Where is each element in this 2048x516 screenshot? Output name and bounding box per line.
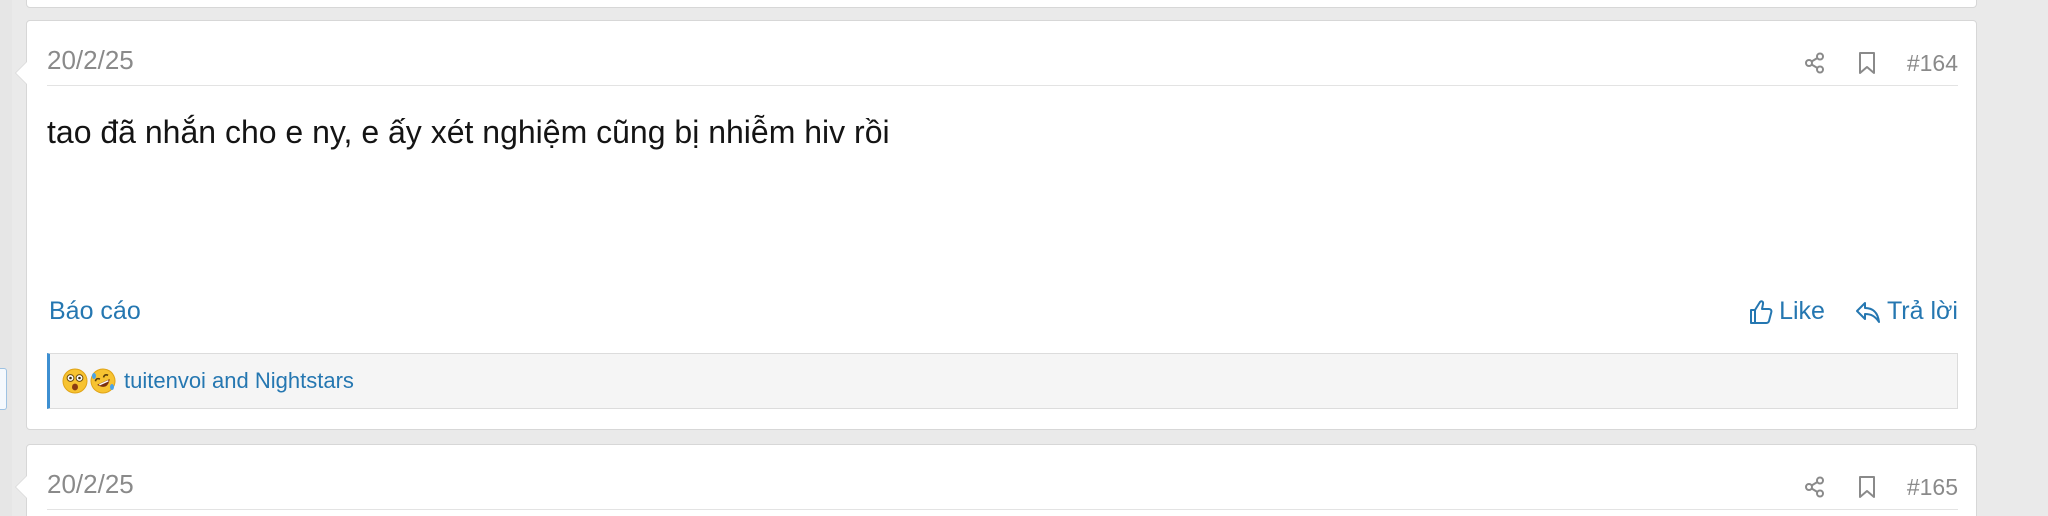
reactors-link[interactable]: tuitenvoi and Nightstars	[124, 368, 354, 394]
post-pointer-arrow	[15, 61, 27, 85]
bookmark-icon[interactable]	[1855, 49, 1879, 77]
left-collapsed-panel-edge[interactable]	[0, 368, 7, 410]
left-gutter	[0, 0, 12, 516]
share-icon[interactable]	[1803, 49, 1827, 77]
post-body-text: tao đã nhắn cho e ny, e ấy xét nghiệm cũ…	[47, 114, 890, 150]
rolling-on-floor-laughing-icon	[90, 368, 116, 394]
post-date[interactable]: 20/2/25	[47, 47, 134, 73]
reply-label: Trả lời	[1886, 297, 1958, 325]
like-button[interactable]: Like	[1749, 297, 1825, 326]
share-icon[interactable]	[1803, 473, 1827, 501]
post-number-link[interactable]: #164	[1907, 51, 1958, 75]
post-number-link[interactable]: #165	[1907, 475, 1958, 499]
previous-post-card	[26, 0, 1977, 8]
bookmark-icon[interactable]	[1855, 473, 1879, 501]
reply-icon	[1855, 301, 1880, 323]
post-header-actions: #164	[1775, 49, 1958, 77]
post-header-actions: #165	[1775, 473, 1958, 501]
reactions-bar: tuitenvoi and Nightstars	[47, 353, 1958, 409]
report-link[interactable]: Báo cáo	[49, 297, 141, 326]
like-label: Like	[1779, 297, 1825, 325]
post-footer: Báo cáo Like Trả lời	[49, 293, 1958, 329]
astonished-face-icon	[62, 368, 88, 394]
post-pointer-arrow	[15, 475, 27, 499]
thumbs-up-icon	[1750, 299, 1773, 324]
post-card: 20/2/25 #164 tao đã nhắn cho e ny, e ấy …	[15, 20, 1977, 430]
thread-page: 20/2/25 #164 tao đã nhắn cho e ny, e ấy …	[0, 0, 2048, 516]
post-date[interactable]: 20/2/25	[47, 471, 134, 497]
next-post-card: 20/2/25 #165	[15, 444, 1977, 516]
post-header: 20/2/25 #165	[47, 445, 1958, 510]
post-header: 20/2/25 #164	[47, 21, 1958, 86]
reply-button[interactable]: Trả lời	[1855, 297, 1958, 326]
post-footer-actions: Like Trả lời	[1719, 297, 1958, 326]
